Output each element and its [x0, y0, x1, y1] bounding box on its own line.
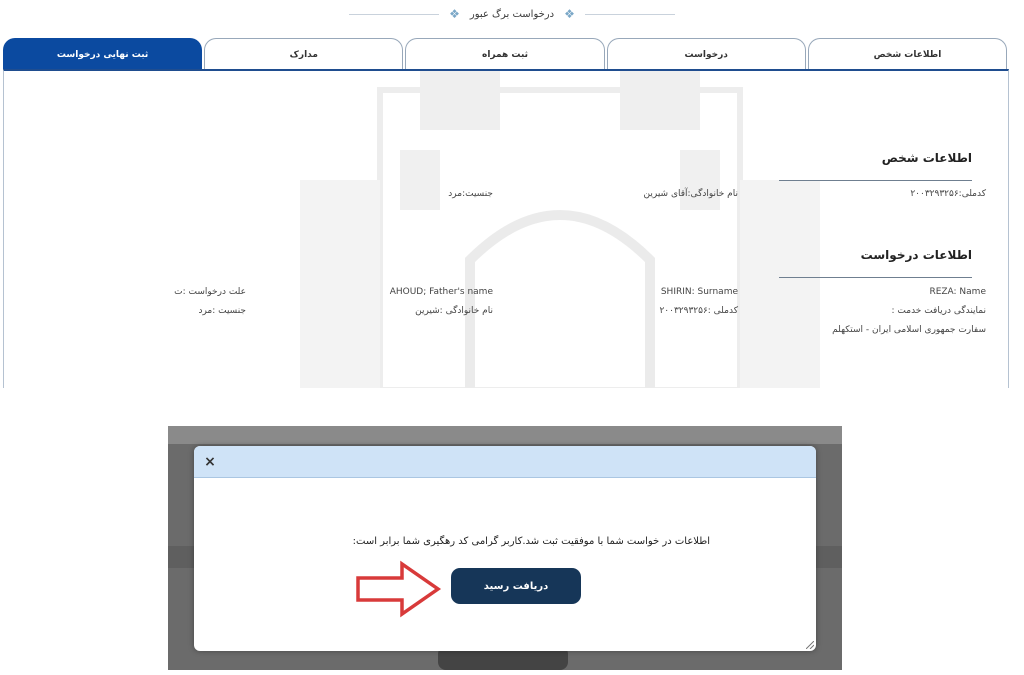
tab-companion[interactable]: ثبت همراه [405, 38, 605, 70]
modal-overlay: × اطلاعات در خواست شما با موفقیت ثبت شد.… [168, 426, 842, 670]
tab-person-info[interactable]: اطلاعات شخص [807, 38, 1008, 70]
person-section-title: اطلاعات شخص [881, 151, 972, 165]
person-gender: جنسیت:مرد [448, 189, 493, 199]
ornament-icon: ❖ [449, 7, 460, 21]
form-screen: ❖ درخواست برگ عبور ❖ ثبت نهایی درخواست م… [0, 0, 1024, 388]
request-surname: SHIRIN: Surname [660, 287, 738, 297]
receipt-button[interactable]: دریافت رسید [451, 568, 581, 604]
page-title: درخواست برگ عبور [469, 8, 555, 20]
request-reason: علت درخواست :ت [174, 287, 246, 297]
success-dialog: × اطلاعات در خواست شما با موفقیت ثبت شد.… [194, 446, 816, 651]
tab-request[interactable]: درخواست [606, 38, 806, 70]
person-section-divider [779, 180, 972, 181]
person-national-id: کدملی:۲۰۰۳۲۹۳۲۵۶ [910, 189, 986, 199]
request-name: REZA: Name [929, 287, 986, 297]
person-family-name: نام خانوادگی:آقای شیرین [643, 189, 739, 199]
request-family-name: نام خانوادگی :شیرین [415, 306, 493, 316]
request-national-id: کدملی :۲۰۰۳۲۹۳۲۵۶ [659, 306, 738, 316]
dialog-header: × [194, 446, 816, 478]
overlay-shaded-header [168, 426, 842, 444]
page-title-bar: ❖ درخواست برگ عبور ❖ [0, 2, 1024, 26]
tab-final-submit[interactable]: ثبت نهایی درخواست [3, 38, 203, 70]
tab-bar: ثبت نهایی درخواست مدارک ثبت همراه درخواس… [3, 38, 1009, 70]
close-icon[interactable]: × [202, 454, 218, 470]
service-rep-label: نمایندگی دریافت خدمت : [891, 306, 986, 316]
resize-handle-icon[interactable] [806, 641, 814, 649]
title-divider-left [349, 13, 440, 15]
title-divider-right [584, 13, 675, 15]
service-rep-value: سفارت جمهوری اسلامی ایران - استکهلم [832, 325, 986, 335]
request-gender: جنسیت :مرد [198, 306, 246, 316]
request-fathers-name: AHOUD; Father's name [389, 287, 493, 297]
request-section-divider [779, 277, 972, 278]
success-message: اطلاعات در خواست شما با موفقیت ثبت شد.کا… [352, 536, 710, 547]
ornament-icon: ❖ [564, 7, 575, 21]
arrow-right-icon [356, 560, 442, 618]
tab-documents[interactable]: مدارک [204, 38, 404, 70]
tab-panel: اطلاعات شخص کدملی:۲۰۰۳۲۹۳۲۵۶ نام خانوادگ… [3, 69, 1009, 388]
request-section-title: اطلاعات درخواست [860, 248, 972, 262]
